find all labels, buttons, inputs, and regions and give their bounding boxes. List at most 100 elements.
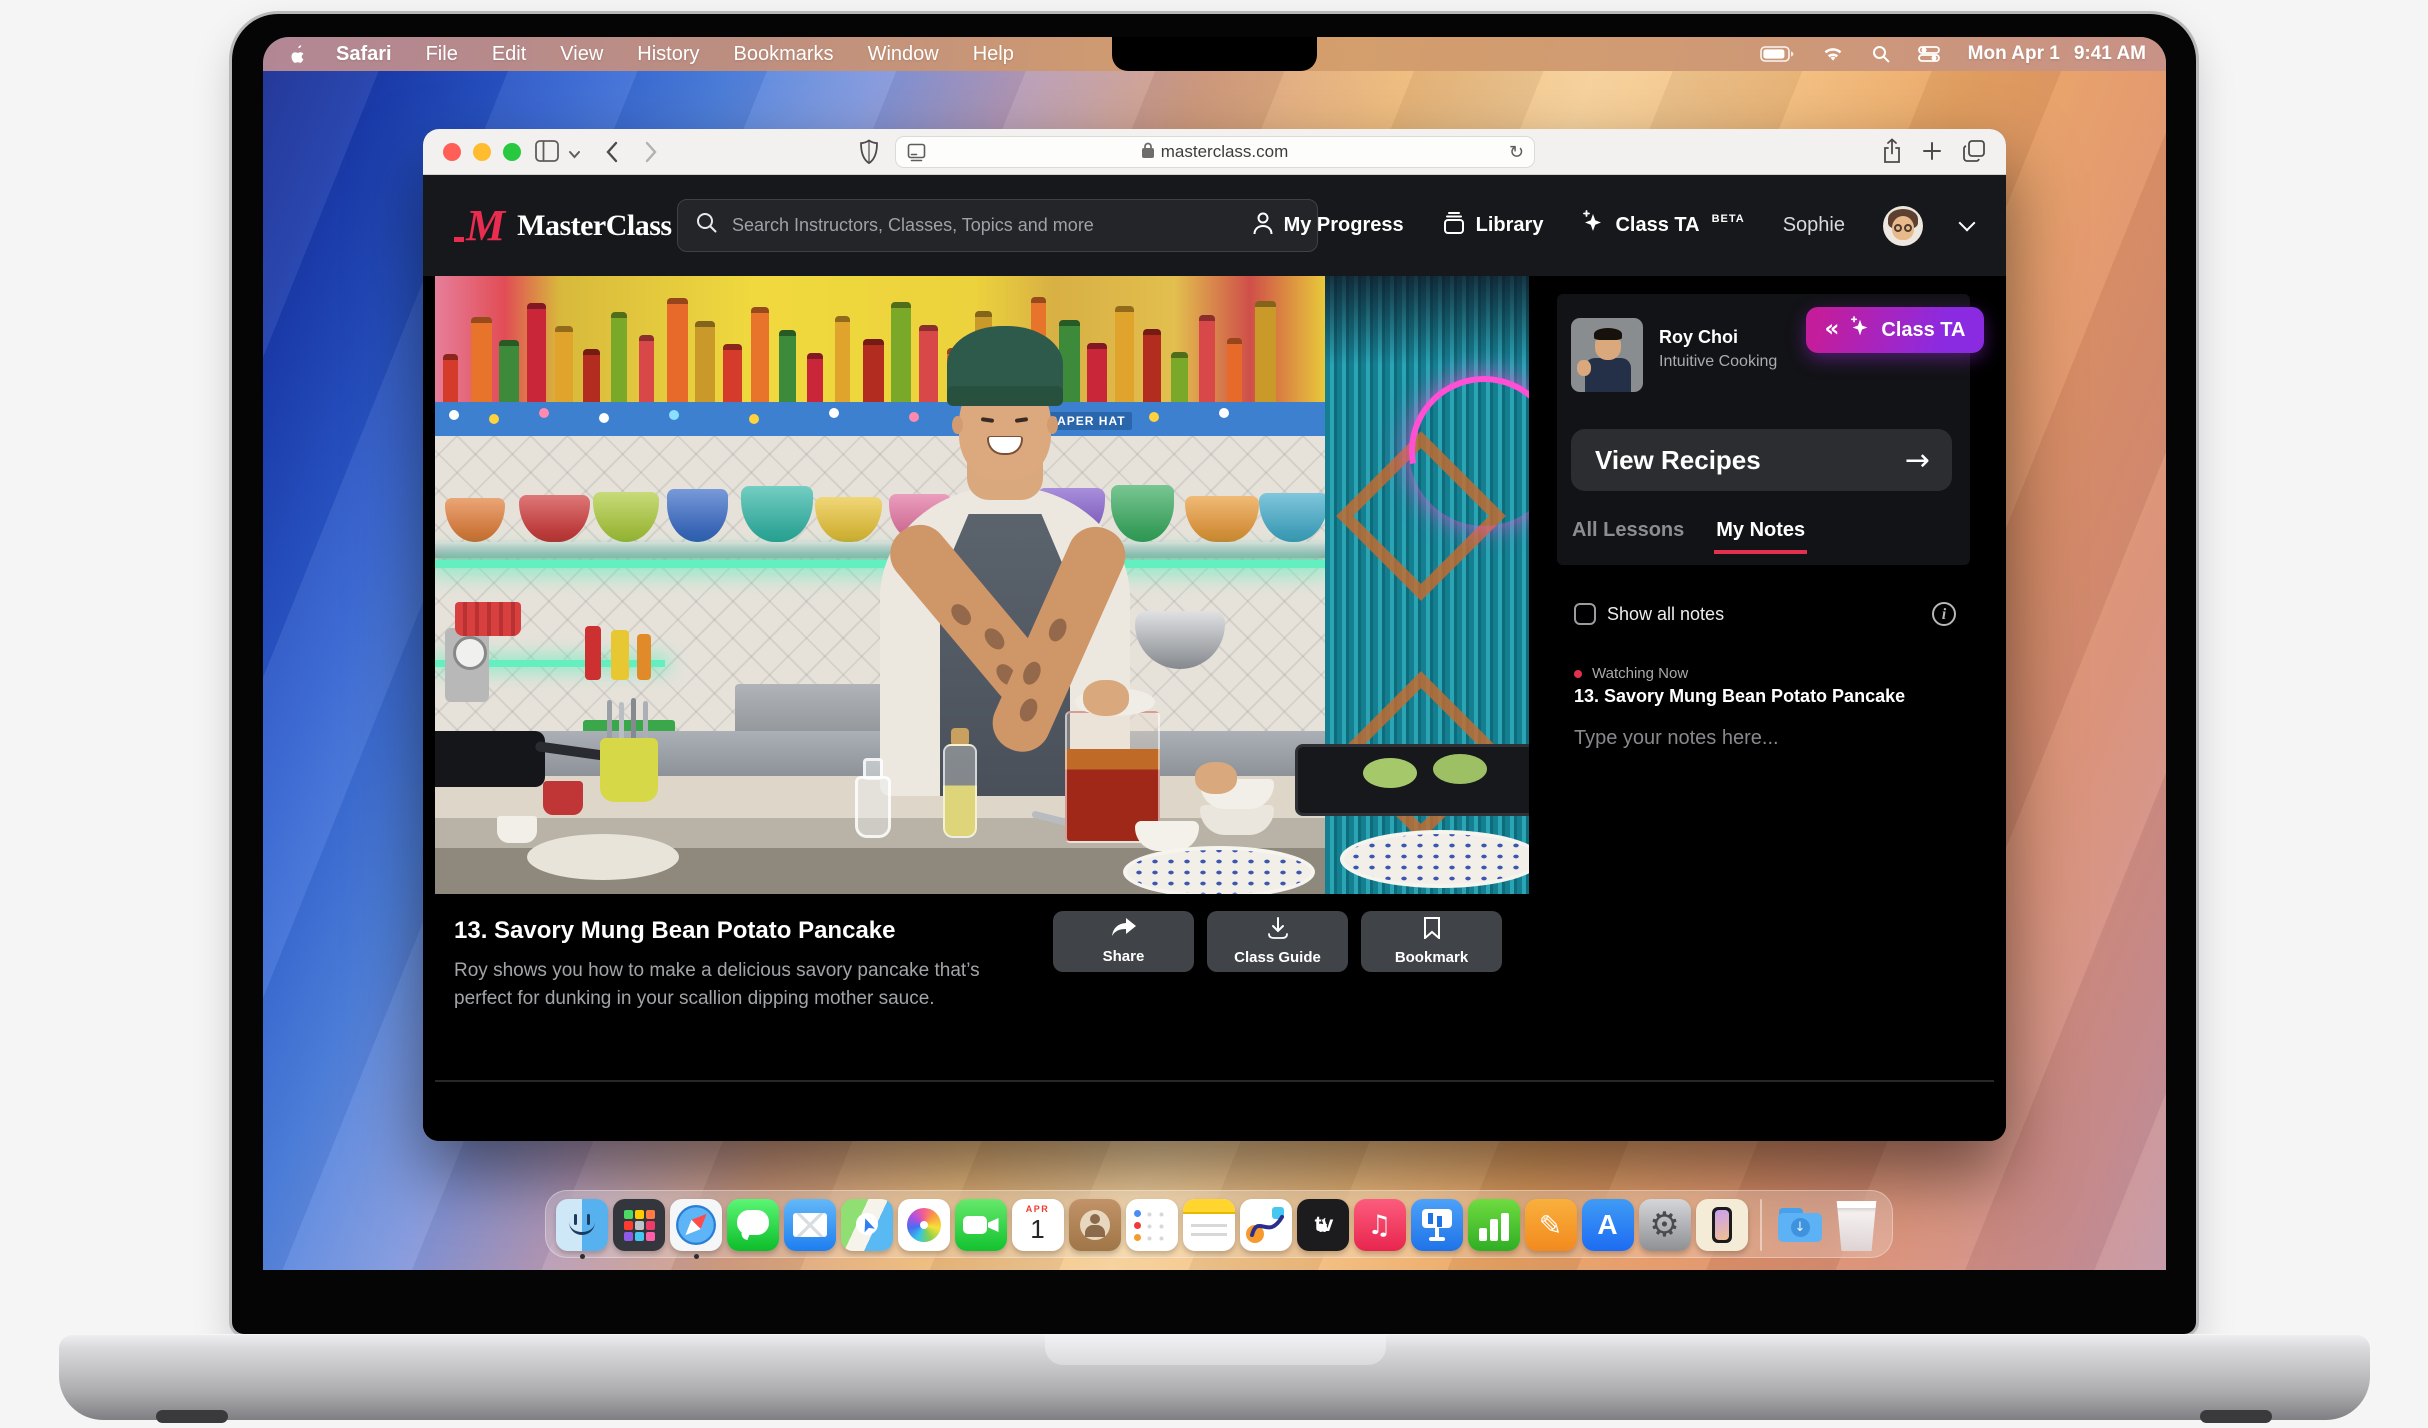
course-title: Intuitive Cooking bbox=[1659, 353, 1777, 371]
dock-icon-maps[interactable] bbox=[841, 1199, 893, 1257]
masterclass-wordmark: MasterClass bbox=[517, 209, 671, 243]
address-bar[interactable]: masterclass.com ↻ bbox=[895, 136, 1535, 168]
current-lesson-title: 13. Savory Mung Bean Potato Pancake bbox=[1574, 686, 1905, 707]
reload-icon[interactable]: ↻ bbox=[1509, 142, 1524, 163]
close-window-button[interactable] bbox=[443, 143, 461, 161]
reader-icon[interactable] bbox=[907, 143, 926, 167]
menu-bar-clock[interactable]: Mon Apr 19:41 AM bbox=[1968, 43, 2146, 65]
dock-icon-messages[interactable] bbox=[727, 1199, 779, 1257]
dock-divider bbox=[1760, 1199, 1762, 1251]
dock-icon-pages[interactable]: ✎ bbox=[1525, 1199, 1577, 1257]
info-icon[interactable]: i bbox=[1932, 602, 1956, 626]
beta-badge: BETA bbox=[1712, 213, 1745, 225]
scene-bottle bbox=[751, 307, 769, 404]
user-name[interactable]: Sophie bbox=[1783, 214, 1845, 237]
dock-icon-music[interactable]: ♫ bbox=[1354, 1199, 1406, 1257]
masterclass-page: M MasterClass Search Instructors, Classe… bbox=[423, 175, 2006, 1141]
bookmark-button[interactable]: Bookmark bbox=[1361, 911, 1502, 972]
dock-icon-finder[interactable] bbox=[556, 1199, 608, 1257]
dock-icon-photos[interactable] bbox=[898, 1199, 950, 1257]
sidebar-toggle-icon[interactable] bbox=[535, 140, 559, 167]
menu-item-view[interactable]: View bbox=[560, 43, 603, 66]
user-avatar[interactable] bbox=[1883, 206, 1923, 246]
lock-icon bbox=[1142, 142, 1154, 163]
show-all-notes-checkbox[interactable] bbox=[1574, 603, 1596, 625]
apple-menu-icon[interactable] bbox=[289, 44, 306, 64]
nav-library[interactable]: Library bbox=[1442, 211, 1544, 241]
sidebar-chevron-icon[interactable] bbox=[568, 146, 581, 164]
macos-desktop: Safari File Edit View History Bookmarks Window… bbox=[263, 37, 2166, 1270]
nav-my-progress[interactable]: My Progress bbox=[1252, 211, 1404, 241]
control-center-icon[interactable] bbox=[1918, 46, 1940, 62]
share-button[interactable]: Share bbox=[1053, 911, 1194, 972]
menu-item-file[interactable]: File bbox=[426, 43, 458, 66]
dock-icon-appletv[interactable]: tv bbox=[1297, 1199, 1349, 1257]
dock-icon-keynote[interactable] bbox=[1411, 1199, 1463, 1257]
new-tab-icon[interactable] bbox=[1922, 141, 1942, 166]
dock-icon-appstore[interactable]: A bbox=[1582, 1199, 1634, 1257]
library-icon bbox=[1442, 211, 1466, 241]
arrow-right-icon: → bbox=[1905, 443, 1930, 478]
scene-bottle bbox=[1199, 315, 1215, 404]
video-player[interactable]: PAPER HAT bbox=[435, 276, 1529, 894]
masterclass-logo[interactable]: M MasterClass bbox=[454, 206, 672, 246]
back-button[interactable] bbox=[605, 141, 618, 168]
menu-item-help[interactable]: Help bbox=[973, 43, 1014, 66]
search-input[interactable]: Search Instructors, Classes, Topics and … bbox=[677, 199, 1318, 252]
dock-icon-downloads[interactable]: ↓ bbox=[1774, 1199, 1826, 1257]
download-icon bbox=[1267, 917, 1289, 944]
scene-bottle bbox=[919, 325, 938, 404]
notes-input[interactable]: Type your notes here... bbox=[1574, 727, 1779, 750]
menu-item-edit[interactable]: Edit bbox=[492, 43, 526, 66]
scene-bottle bbox=[779, 330, 796, 404]
dock-icon-numbers[interactable] bbox=[1468, 1199, 1520, 1257]
nav-class-ta[interactable]: Class TABETA bbox=[1581, 210, 1744, 242]
menu-item-bookmarks[interactable]: Bookmarks bbox=[734, 43, 834, 66]
dock-icon-iphone-mirroring[interactable] bbox=[1696, 1199, 1748, 1257]
scene-bottle bbox=[863, 339, 884, 404]
class-guide-button[interactable]: Class Guide bbox=[1207, 911, 1348, 972]
dock-icon-launchpad[interactable] bbox=[613, 1199, 665, 1257]
scene-bottle bbox=[443, 354, 458, 404]
minimize-window-button[interactable] bbox=[473, 143, 491, 161]
macbook-foot bbox=[156, 1410, 228, 1423]
forward-button[interactable] bbox=[645, 141, 658, 168]
menu-item-safari[interactable]: Safari bbox=[336, 43, 392, 66]
dock-icon-reminders[interactable] bbox=[1126, 1199, 1178, 1257]
masterclass-logo-mark: M bbox=[454, 206, 505, 246]
dock-icon-settings[interactable]: ⚙ bbox=[1639, 1199, 1691, 1257]
class-ta-button[interactable]: « Class TA bbox=[1806, 307, 1984, 353]
dock-icon-notes[interactable] bbox=[1183, 1199, 1235, 1257]
battery-icon[interactable] bbox=[1760, 46, 1794, 62]
macbook-foot bbox=[2200, 1410, 2272, 1423]
url-text: masterclass.com bbox=[1161, 142, 1289, 162]
chevron-down-icon[interactable] bbox=[1959, 214, 1976, 231]
dock-icon-trash[interactable] bbox=[1831, 1199, 1883, 1257]
share-icon[interactable] bbox=[1882, 138, 1902, 169]
tab-overview-icon[interactable] bbox=[1962, 139, 1986, 168]
dock-icon-freeform[interactable] bbox=[1240, 1199, 1292, 1257]
wifi-icon[interactable] bbox=[1822, 46, 1844, 63]
spotlight-search-icon[interactable] bbox=[1872, 45, 1890, 63]
scene-plate bbox=[1340, 830, 1529, 888]
dock-icon-calendar[interactable]: APR1 bbox=[1012, 1199, 1064, 1257]
privacy-shield-icon[interactable] bbox=[859, 139, 879, 170]
dock-icon-contacts[interactable] bbox=[1069, 1199, 1121, 1257]
view-recipes-button[interactable]: View Recipes → bbox=[1571, 429, 1952, 491]
menu-item-window[interactable]: Window bbox=[868, 43, 939, 66]
zoom-window-button[interactable] bbox=[503, 143, 521, 161]
scene-bottle bbox=[1143, 329, 1161, 404]
scene-plate bbox=[1123, 846, 1315, 894]
dock-icon-facetime[interactable] bbox=[955, 1199, 1007, 1257]
tab-all-lessons[interactable]: All Lessons bbox=[1572, 519, 1684, 542]
watching-now-label: Watching Now bbox=[1592, 665, 1688, 682]
scene-bottle bbox=[667, 298, 688, 404]
dock-icon-mail[interactable] bbox=[784, 1199, 836, 1257]
menu-item-history[interactable]: History bbox=[637, 43, 699, 66]
tab-my-notes[interactable]: My Notes bbox=[1716, 519, 1805, 542]
dock-icon-safari[interactable] bbox=[670, 1199, 722, 1257]
scene-bottle bbox=[471, 317, 492, 404]
instructor-photo bbox=[1571, 318, 1643, 392]
sparkle-icon bbox=[1849, 316, 1871, 345]
dock: APR1 tv♫ ✎A⚙ ↓ bbox=[545, 1190, 1893, 1258]
